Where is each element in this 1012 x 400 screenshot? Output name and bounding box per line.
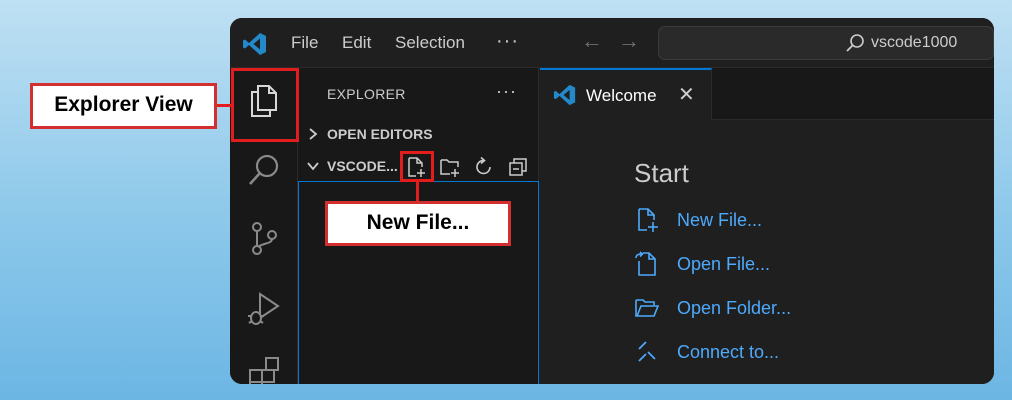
new-file-connector [416,181,419,203]
menu-more-icon[interactable]: ··· [496,30,519,53]
refresh-icon[interactable] [473,156,495,178]
run-debug-icon[interactable] [244,288,284,328]
open-file-icon [635,251,656,276]
search-icon [846,34,864,52]
search-text: vscode1000 [871,34,958,51]
forward-arrow-icon[interactable]: → [618,29,640,53]
vscode-logo-icon [243,33,266,55]
editor-tab-bar: Welcome ✕ [540,68,994,120]
new-file-highlight [400,151,434,182]
explorer-view-highlight [231,68,299,142]
explorer-view-connector [217,104,231,107]
start-connect-link[interactable]: Connect to... [634,337,874,367]
new-folder-icon[interactable] [439,156,461,178]
close-icon[interactable]: ✕ [678,82,695,107]
source-control-icon[interactable] [244,218,284,258]
search-icon[interactable] [244,150,284,190]
new-file-icon [638,208,658,232]
chevron-right-icon [309,128,318,140]
tab-welcome-label: Welcome [586,86,657,105]
chevron-down-icon [307,162,319,171]
start-open-folder-link[interactable]: Open Folder... [634,293,874,323]
vscode-logo-icon [553,84,576,106]
open-editors-label: OPEN EDITORS [327,126,433,142]
tab-welcome[interactable]: Welcome ✕ [540,68,712,120]
connect-label: Connect to... [677,342,780,362]
title-bar: File Edit Selection ··· ← → vscode1000 [230,18,994,68]
folder-label: VSCODE... [327,158,398,174]
sidebar-more-icon[interactable]: ··· [496,81,517,102]
menu-edit[interactable]: Edit [342,33,371,53]
remote-connect-icon [638,341,656,362]
open-folder-label: Open Folder... [677,298,792,318]
menu-file[interactable]: File [291,33,318,53]
editor-area: Welcome ✕ Start New File... Open File...… [540,68,994,384]
explorer-view-callout: Explorer View [30,83,217,129]
new-file-callout: New File... [325,201,511,246]
open-folder-icon [635,299,660,317]
open-file-label: Open File... [677,254,771,274]
sidebar-title: EXPLORER [327,86,406,102]
start-open-file-link[interactable]: Open File... [634,249,874,279]
start-new-file-link[interactable]: New File... [634,205,874,235]
collapse-all-icon[interactable] [507,156,529,178]
command-center-search[interactable]: vscode1000 [658,26,994,60]
back-arrow-icon[interactable]: ← [581,29,603,53]
new-file-label: New File... [677,210,763,230]
open-editors-section[interactable]: OPEN EDITORS [298,121,539,147]
extensions-icon[interactable] [244,354,284,384]
start-heading: Start [634,158,689,188]
menu-selection[interactable]: Selection [395,33,465,53]
